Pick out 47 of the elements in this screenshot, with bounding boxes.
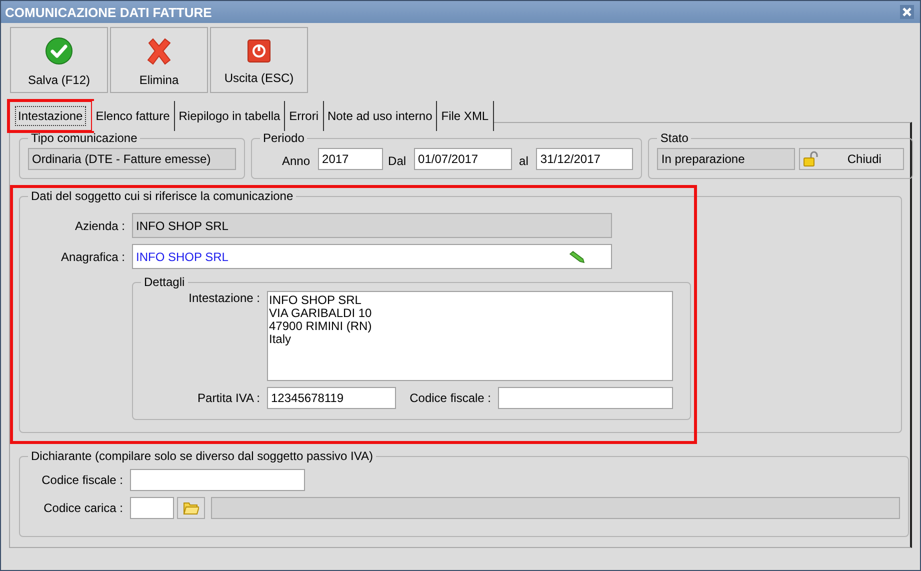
checkmark-icon [45,37,73,65]
group-title: Dettagli [143,275,186,289]
delete-button[interactable]: Elimina [110,27,208,93]
field-label: Azienda : [74,218,126,232]
text-line: VIA GARIBALDI 10 [269,307,373,320]
field-label: Partita IVA : [196,391,261,405]
group-title: Dichiarante (compilare solo se diverso dal soggetto passivo IVA) [30,449,374,463]
text-line: INFO SHOP SRL [269,294,362,307]
field-label: Codice fiscale : [40,473,124,487]
padlock-icon [803,151,820,167]
input-field[interactable] [130,469,305,491]
text-line: 47900 RIMINI (RN) [269,320,373,333]
tab[interactable]: Note ad uso interno [324,101,438,131]
input-field[interactable] [130,497,174,519]
browse-button[interactable] [177,497,205,519]
tab[interactable]: Elenco fatture [92,101,175,131]
group-title: Dati del soggetto cui si riferisce la comunicazione [30,189,294,203]
field-label: Anagrafica : [60,250,126,264]
input-field[interactable] [498,387,673,409]
group-title: Periodo [262,131,306,145]
input-field[interactable]: 01/07/2017 [414,148,512,170]
text-line: Italy [269,333,292,346]
save-button[interactable]: Salva (F12) [10,27,108,93]
close-icon[interactable] [900,5,914,19]
field-label: al [519,154,528,168]
input-field[interactable]: INFO SHOP SRL [132,244,612,269]
group-title: Tipo comunicazione [30,131,138,145]
input-field[interactable]: 12345678119 [267,387,396,409]
tab[interactable]: Errori [285,101,324,131]
power-icon [247,39,271,63]
field-label: Codice fiscale : [408,391,492,405]
tab[interactable]: File XML [437,101,494,131]
field-label: Codice carica : [42,501,124,515]
window-title: COMUNICAZIONE DATI FATTURE [5,4,212,20]
input-field[interactable]: 31/12/2017 [536,148,634,170]
cross-icon [145,37,173,65]
pencil-icon[interactable] [569,250,585,262]
tab[interactable]: Intestazione [9,101,92,131]
field-label: Dal [388,154,406,168]
group-title: Stato [659,131,690,145]
folder-icon [183,501,199,515]
field-label: Intestazione : [188,291,261,305]
exit-button[interactable]: Uscita (ESC) [210,27,308,93]
tab[interactable]: Riepilogo in tabella [174,101,286,131]
field-label: Anno [282,154,310,168]
input-field[interactable]: 2017 [318,148,384,170]
text-area[interactable]: INFO SHOP SRL VIA GARIBALDI 10 47900 RIMINI (RN) Italy [267,291,673,381]
